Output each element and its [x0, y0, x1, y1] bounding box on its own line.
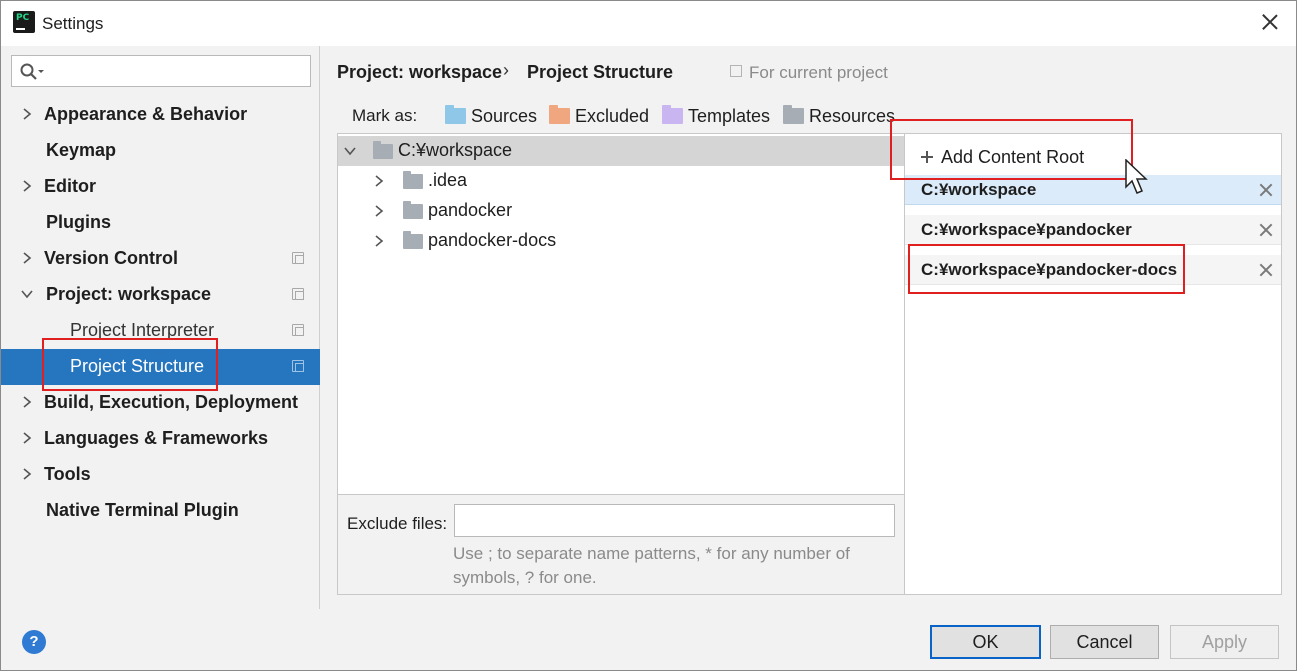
sidebar-item-project-structure[interactable]: Project Structure	[1, 349, 320, 385]
exclude-files-label: Exclude files:	[347, 514, 448, 533]
sidebar-item-appearance-behavior[interactable]: Appearance & Behavior	[1, 97, 320, 133]
sidebar-item-label: Build, Execution, Deployment	[44, 392, 299, 412]
mark-as-label: Mark as:	[352, 106, 418, 125]
chevron-right-icon	[23, 108, 32, 120]
sidebar-item-label: Appearance & Behavior	[44, 104, 248, 124]
project-settings-icon	[292, 288, 304, 300]
sidebar-item-keymap[interactable]: Keymap	[1, 133, 320, 169]
project-settings-icon	[292, 252, 304, 264]
help-button[interactable]: ?	[22, 630, 46, 654]
chevron-right-icon	[375, 205, 384, 217]
chevron-right-icon	[375, 235, 384, 247]
content-root-path: C:¥workspace¥pandocker	[921, 220, 1132, 239]
content-root-entry[interactable]: C:¥workspace¥pandocker-docs	[905, 255, 1281, 285]
content-roots-panel: Add Content Root C:¥workspace C:¥workspa…	[904, 133, 1282, 595]
add-content-root-button[interactable]: Add Content Root	[919, 147, 1084, 168]
breadcrumb-parent[interactable]: Project: workspace	[337, 62, 502, 83]
tree-row-name: pandocker-docs	[428, 230, 557, 250]
chevron-down-icon	[344, 147, 356, 156]
sidebar-item-native-terminal-plugin[interactable]: Native Terminal Plugin	[1, 493, 320, 529]
folder-icon	[403, 171, 423, 189]
close-icon[interactable]	[1258, 10, 1282, 34]
sidebar-item-tools[interactable]: Tools	[1, 457, 320, 493]
mark-button-label: Excluded	[575, 106, 650, 126]
project-settings-icon	[292, 360, 304, 372]
tree-row-pandocker[interactable]: pandocker	[338, 196, 904, 226]
window-title: Settings	[42, 14, 104, 33]
sidebar-item-editor[interactable]: Editor	[1, 169, 320, 205]
chevron-down-icon	[21, 290, 33, 299]
chevron-right-icon	[23, 468, 32, 480]
sidebar-item-label: Project Structure	[70, 356, 205, 376]
sidebar-item-label: Native Terminal Plugin	[46, 500, 239, 520]
sidebar-item-label: Project Interpreter	[70, 320, 215, 340]
title-bar: PC Settings	[1, 1, 1296, 46]
remove-icon[interactable]	[1257, 261, 1275, 279]
breadcrumb-separator: ›	[503, 60, 509, 80]
tree-row-idea[interactable]: .idea	[338, 166, 904, 196]
pycharm-icon: PC	[13, 11, 35, 33]
chevron-right-icon	[23, 396, 32, 408]
sidebar-item-label: Keymap	[46, 140, 117, 160]
sources-folder-icon	[445, 105, 466, 124]
sidebar-item-languages-frameworks[interactable]: Languages & Frameworks	[1, 421, 320, 457]
chevron-right-icon	[375, 175, 384, 187]
exclude-files-input[interactable]	[454, 504, 895, 537]
chevron-right-icon	[23, 252, 32, 264]
resources-folder-icon	[783, 105, 804, 124]
sidebar-item-plugins[interactable]: Plugins	[1, 205, 320, 241]
content-root-entry[interactable]: C:¥workspace¥pandocker	[905, 215, 1281, 245]
sidebar-item-label: Tools	[44, 464, 91, 484]
sidebar-item-label: Plugins	[46, 212, 112, 232]
cancel-button[interactable]: Cancel	[1050, 625, 1159, 659]
apply-button[interactable]: Apply	[1170, 625, 1279, 659]
folder-icon	[403, 231, 423, 249]
chevron-right-icon	[23, 180, 32, 192]
mark-button-label: Resources	[809, 106, 896, 126]
mark-button-label: Sources	[471, 106, 538, 126]
tree-row-name: pandocker	[428, 200, 513, 220]
sidebar-item-label: Languages & Frameworks	[44, 428, 269, 448]
breadcrumb-current: Project Structure	[527, 62, 674, 82]
sidebar-item-build-execution-deployment[interactable]: Build, Execution, Deployment	[1, 385, 320, 421]
remove-icon[interactable]	[1257, 221, 1275, 239]
templates-folder-icon	[662, 105, 683, 124]
sidebar-item-project-interpreter[interactable]: Project Interpreter	[1, 313, 320, 349]
exclude-files-section: Exclude files: Use ; to separate name pa…	[337, 495, 905, 595]
tree-row-name: .idea	[428, 170, 468, 190]
folder-icon	[373, 141, 393, 159]
exclude-files-hint: Use ; to separate name patterns, * for a…	[453, 544, 850, 587]
settings-sidebar: Appearance & Behavior Keymap Editor Plug…	[1, 46, 320, 609]
ok-button[interactable]: OK	[930, 625, 1041, 659]
add-content-root-label: Add Content Root	[941, 147, 1085, 167]
directory-tree: C:¥workspace .idea pandocker pandocker-d…	[337, 133, 905, 495]
tree-root-name: C:¥workspace	[398, 140, 513, 160]
settings-window: PC Settings Appearance & Behavior Keymap…	[0, 0, 1297, 671]
tree-row-pandocker-docs[interactable]: pandocker-docs	[338, 226, 904, 256]
plus-icon	[921, 151, 933, 163]
content-root-path: C:¥workspace¥pandocker-docs	[921, 260, 1178, 279]
excluded-folder-icon	[549, 105, 570, 124]
folder-icon	[403, 201, 423, 219]
remove-icon[interactable]	[1257, 181, 1275, 199]
sidebar-item-project-workspace[interactable]: Project: workspace	[1, 277, 320, 313]
chevron-right-icon	[23, 432, 32, 444]
content-root-path: C:¥workspace	[921, 180, 1037, 199]
project-scope-icon	[730, 65, 742, 77]
project-settings-icon	[292, 324, 304, 336]
sidebar-item-version-control[interactable]: Version Control	[1, 241, 320, 277]
content-root-entry[interactable]: C:¥workspace	[905, 175, 1281, 205]
sidebar-item-label: Project: workspace	[46, 284, 212, 304]
mark-button-label: Templates	[688, 106, 771, 126]
mouse-cursor-icon	[1125, 159, 1148, 194]
sidebar-item-label: Editor	[44, 176, 96, 196]
scope-label: For current project	[749, 63, 888, 82]
search-input[interactable]	[11, 55, 311, 87]
project-structure-panel: Project: workspace › Project Structure F…	[321, 46, 1296, 609]
search-icon	[20, 63, 44, 80]
tree-root-row[interactable]: C:¥workspace	[338, 136, 904, 166]
sidebar-item-label: Version Control	[44, 248, 179, 268]
